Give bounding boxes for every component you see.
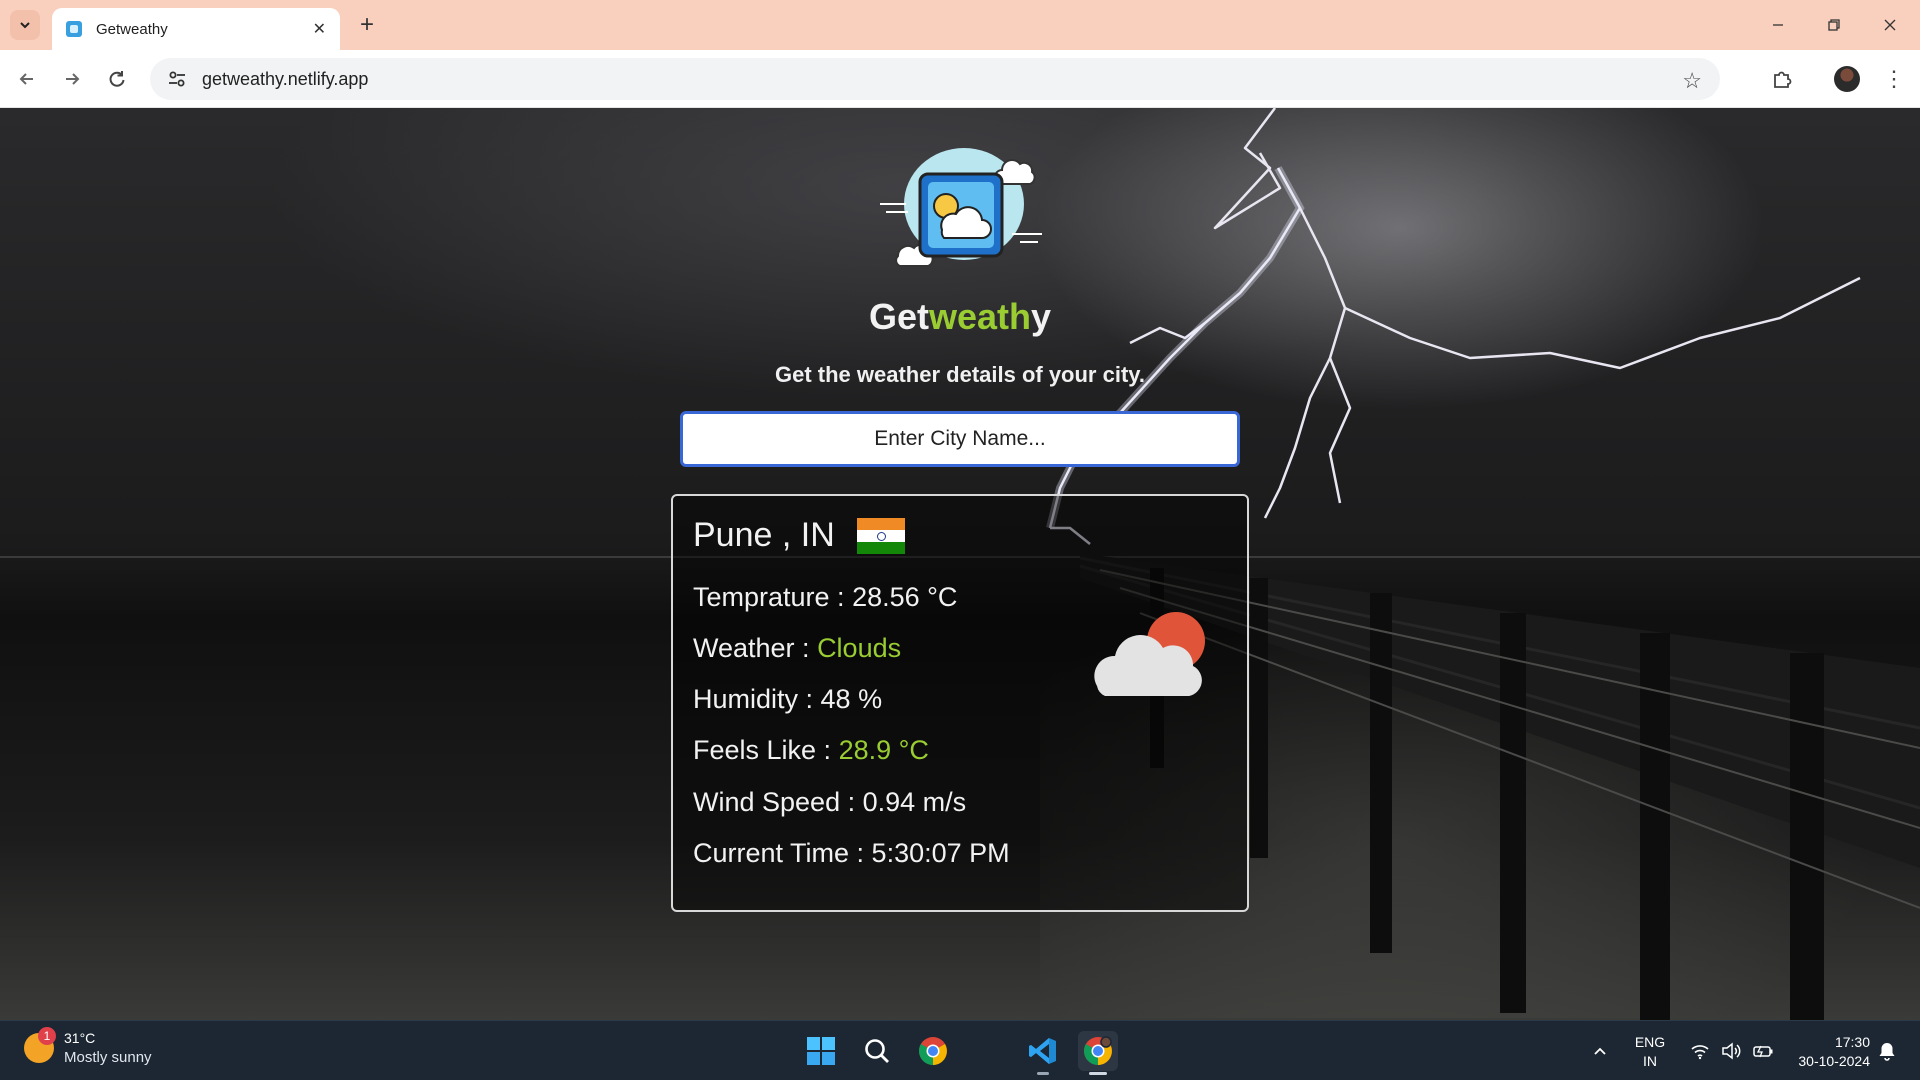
tab-title: Getweathy (96, 20, 168, 38)
taskbar-vscode[interactable] (1023, 1031, 1063, 1075)
windows-taskbar: 1 31°C Mostly sunny ENG IN 17:30 30-10-2… (0, 1020, 1920, 1080)
close-icon (1884, 19, 1896, 31)
taskbar-clock[interactable]: 17:30 30-10-2024 (1780, 1033, 1870, 1071)
star-icon[interactable]: ☆ (1682, 68, 1702, 94)
chevron-down-icon (20, 22, 30, 29)
tab-search-button[interactable] (10, 10, 40, 40)
feels-like-label: Feels Like : (693, 735, 839, 765)
temperature-value: 28.56 °C (852, 582, 958, 612)
weather-card: Pune , IN Temprature : 28.56 °C Weather … (671, 494, 1249, 912)
bell-icon (1879, 1043, 1895, 1061)
humidity-value: 48 % (820, 684, 883, 714)
notifications-button[interactable] (1870, 1033, 1904, 1069)
taskbar-chrome[interactable] (913, 1031, 953, 1071)
minimize-button[interactable] (1758, 8, 1798, 42)
active-indicator (1089, 1072, 1107, 1075)
wind-speed-value: 0.94 m/s (862, 787, 967, 817)
cloudy-sun-icon (1094, 612, 1205, 696)
wind-speed-stat: Wind Speed : 0.94 m/s (693, 787, 966, 818)
tab-strip: Getweathy ✕ + (0, 0, 1920, 50)
volume-icon (1722, 1042, 1741, 1060)
brand-title: Getweathy (0, 296, 1920, 338)
minimize-icon (1773, 24, 1783, 26)
restore-button[interactable] (1814, 8, 1854, 42)
taskbar-weather-condition: Mostly sunny (64, 1049, 152, 1066)
plus-icon: + (359, 11, 374, 38)
sun-icon: 1 (24, 1027, 56, 1063)
weather-stat: Weather : Clouds (693, 633, 901, 664)
taskbar-chrome-active[interactable] (1078, 1031, 1118, 1075)
battery-icon (1753, 1045, 1773, 1058)
language-code: ENG (1634, 1034, 1666, 1050)
browser-tab[interactable]: Getweathy ✕ (52, 8, 340, 50)
taskbar-weather-widget[interactable]: 1 31°C Mostly sunny (24, 1027, 152, 1067)
weather-label: Weather : (693, 633, 818, 663)
feels-like-value: 28.9 °C (838, 735, 929, 765)
page-viewport: Getweathy Get the weather details of you… (0, 108, 1920, 1020)
tune-icon[interactable] (166, 68, 188, 90)
address-bar[interactable]: getweathy.netlify.app ☆ (150, 58, 1720, 100)
windows-logo-icon (807, 1037, 835, 1065)
vscode-icon (1029, 1038, 1056, 1064)
profile-avatar[interactable] (1834, 66, 1860, 92)
show-hidden-icons-button[interactable] (1582, 1033, 1618, 1069)
puzzle-icon (1774, 71, 1792, 88)
tagline: Get the weather details of your city. (774, 362, 1145, 387)
temperature-stat: Temprature : 28.56 °C (693, 582, 957, 613)
current-time-label: Current Time : (693, 838, 872, 868)
notification-badge: 1 (38, 1027, 56, 1045)
getweathy-logo-icon (880, 148, 1042, 267)
clock-date: 30-10-2024 (1798, 1053, 1870, 1069)
quick-settings-button[interactable] (1684, 1033, 1780, 1069)
restore-icon (1828, 19, 1840, 31)
city-row: Pune , IN (693, 516, 905, 555)
humidity-label: Humidity : (693, 684, 821, 714)
india-flag-icon (856, 517, 905, 554)
city-search-input[interactable] (680, 411, 1240, 467)
brand-accent: weath (928, 296, 1031, 337)
city-name: Pune , IN (693, 516, 835, 554)
running-indicator (1037, 1072, 1049, 1075)
region-code: IN (1643, 1053, 1657, 1069)
weather-value: Clouds (817, 633, 902, 663)
arrow-right-icon (66, 73, 80, 85)
close-window-button[interactable] (1870, 8, 1910, 42)
url-text: getweathy.netlify.app (202, 68, 369, 89)
temperature-label: Temprature : (693, 582, 853, 612)
brand-prefix: Get (868, 296, 929, 337)
forward-button[interactable] (55, 62, 89, 96)
language-indicator[interactable]: ENG IN (1632, 1033, 1668, 1071)
chrome-profile-icon (1084, 1036, 1112, 1065)
kebab-menu-icon[interactable]: ⋮ (1880, 62, 1908, 96)
extensions-button[interactable] (1765, 62, 1799, 96)
reload-button[interactable] (100, 62, 134, 96)
wind-speed-label: Wind Speed : (693, 787, 863, 817)
back-button[interactable] (10, 62, 44, 96)
reload-icon (109, 71, 125, 87)
humidity-stat: Humidity : 48 % (693, 684, 882, 715)
clock-time: 17:30 (1834, 1034, 1870, 1050)
chevron-up-icon (1594, 1047, 1606, 1055)
feels-like-stat: Feels Like : 28.9 °C (693, 735, 929, 766)
wifi-icon (1691, 1045, 1709, 1060)
browser-toolbar: getweathy.netlify.app ☆ ⋮ (0, 50, 1920, 108)
new-tab-button[interactable]: + (352, 10, 382, 40)
chrome-icon (919, 1037, 947, 1065)
brand-suffix: y (1031, 296, 1052, 337)
search-icon (865, 1039, 889, 1063)
close-icon[interactable]: ✕ (313, 19, 326, 39)
taskbar-weather-temp: 31°C (64, 1030, 96, 1046)
search-button[interactable] (857, 1031, 897, 1071)
current-time-stat: Current Time : 5:30:07 PM (693, 838, 1010, 869)
current-time-value: 5:30:07 PM (871, 838, 1010, 868)
arrow-left-icon (19, 73, 33, 85)
start-button[interactable] (801, 1031, 841, 1071)
getweathy-favicon-icon (66, 21, 82, 37)
